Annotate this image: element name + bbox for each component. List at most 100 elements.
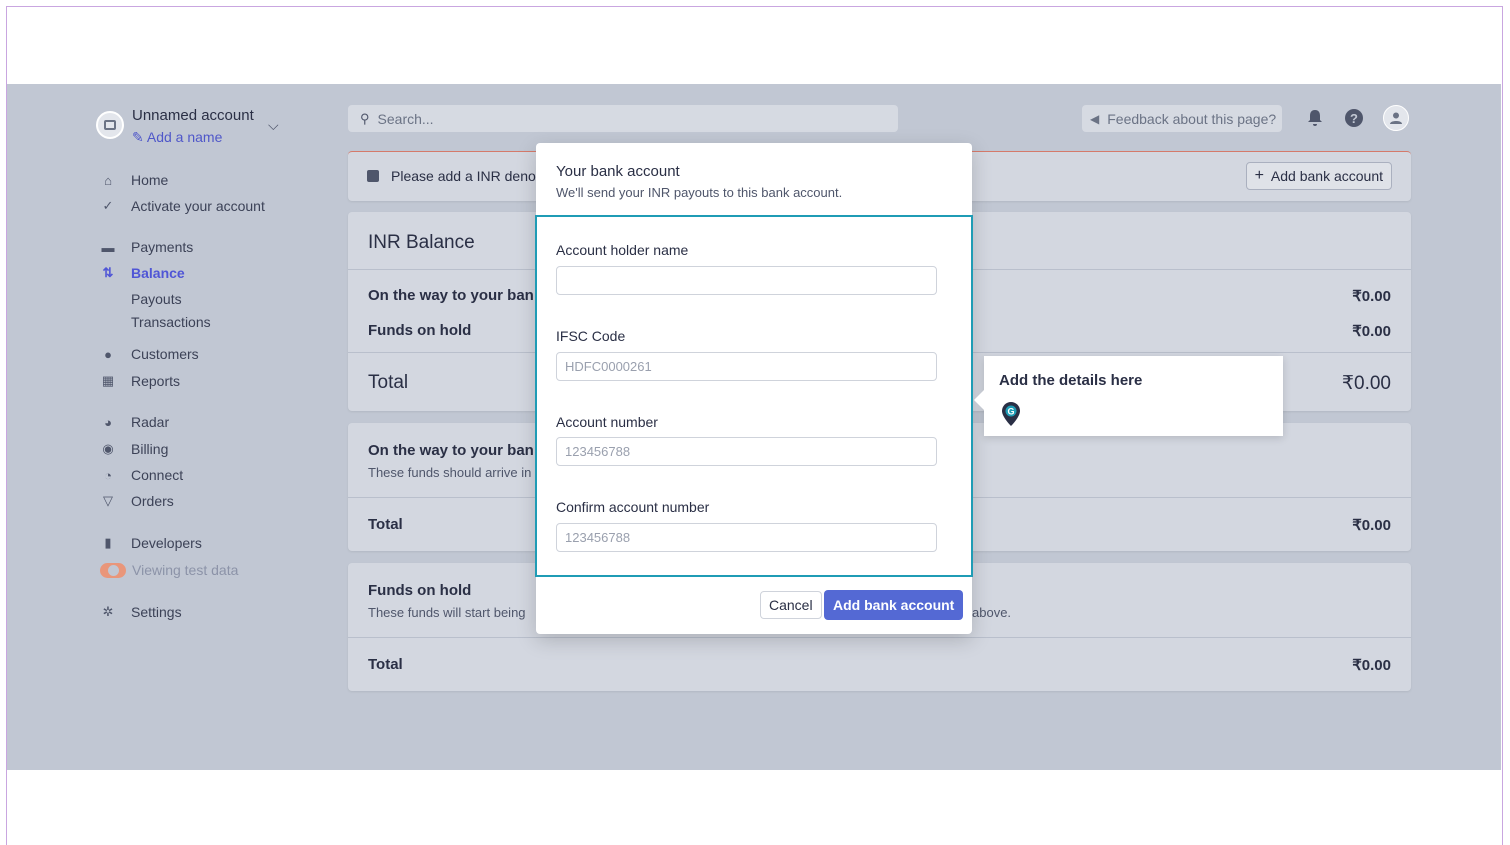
add-name-link[interactable]: ✎ Add a name [132,129,222,146]
sidebar-item-customers[interactable]: ● Customers [100,344,199,364]
feedback-button[interactable]: ◀ Feedback about this page? [1082,105,1282,132]
orders-icon: ▽ [103,493,113,508]
sidebar-item-label: Activate your account [131,198,265,214]
wallet-icon: ▬ [101,239,115,255]
funds-on-hold-label: Funds on hold [368,322,472,339]
funds-on-hold-subtitle: These funds will start being [368,605,526,620]
balance-title: INR Balance [368,232,475,253]
sidebar-item-label: Customers [131,346,199,362]
on-the-way-label: On the way to your ban [368,287,534,304]
sidebar-item-orders[interactable]: ▽ Orders [100,491,174,511]
sidebar-item-transactions[interactable]: Transactions [131,312,211,332]
sidebar-item-reports[interactable]: ▦ Reports [100,371,180,391]
sidebar-item-developers[interactable]: ▮ Developers [100,533,202,553]
help-icon[interactable]: ? [1342,106,1366,130]
confirm-account-input[interactable] [556,523,937,552]
svg-text:G: G [1007,407,1014,417]
sidebar-item-payouts[interactable]: Payouts [131,289,182,309]
search-input[interactable]: ⚲ Search... [348,105,898,132]
sidebar-item-label: Settings [131,604,182,620]
account-number-label: Account number [556,414,658,430]
alert-text: Please add a INR denor [391,168,541,184]
sidebar-item-label: Viewing test data [132,562,239,578]
test-data-toggle[interactable]: Viewing test data [100,560,238,580]
ifsc-label: IFSC Code [556,328,626,344]
tooltip-text: Add the details here [999,372,1143,389]
sidebar-item-payments[interactable]: ▬ Payments [100,237,194,257]
sidebar-item-label: Reports [131,373,181,389]
add-name-label: Add a name [146,129,223,145]
sidebar-item-radar[interactable]: ◕ Radar [100,412,169,432]
sidebar-item-settings[interactable]: ✲ Settings [100,602,182,622]
sidebar-item-label: Home [131,172,169,188]
bank-account-modal: Your bank account We'll send your INR pa… [535,143,973,634]
sidebar-item-billing[interactable]: ◉ Billing [100,439,168,459]
sidebar-item-label: Transactions [131,314,211,330]
add-bank-account-label: Add bank account [1270,168,1383,184]
check-icon: ✓ [102,198,114,213]
cancel-button[interactable]: Cancel [760,591,822,619]
account-number-input[interactable] [556,437,937,466]
guide-tooltip: Add the details here G [974,356,1283,436]
pencil-icon: ✎ [132,129,144,145]
transfer-arrows-icon: ⇅ [102,265,114,280]
sidebar-item-label: Developers [131,535,202,551]
location-pin-icon: G [1002,402,1020,426]
bell-icon[interactable] [1303,106,1327,130]
funds-on-hold-value: ₹0.00 [1352,323,1391,340]
user-icon: ● [104,346,112,362]
sidebar-item-label: Payouts [131,291,182,307]
ifsc-input[interactable] [556,352,937,381]
sidebar-item-label: Radar [131,414,170,430]
sidebar-item-activate[interactable]: ✓ Activate your account [100,196,265,216]
add-bank-account-button[interactable]: + Add bank account [1245,162,1392,190]
modal-subtitle: We'll send your INR payouts to this bank… [556,185,843,200]
sidebar-item-label: Balance [131,265,185,281]
submit-add-bank-account-button[interactable]: Add bank account [824,590,964,620]
connect-icon: ◔ [104,467,112,483]
account-name: Unnamed account [132,107,254,124]
sidebar-item-balance[interactable]: ⇅ Balance [100,263,185,283]
sidebar-item-label: Orders [131,493,174,509]
on-the-way-value: ₹0.00 [1352,288,1391,305]
billing-icon: ◉ [102,441,114,456]
search-placeholder: Search... [377,110,434,127]
modal-footer: Cancel Add bank account [536,577,972,634]
home-icon: ⌂ [104,172,112,188]
plus-icon: + [1254,167,1264,184]
sidebar-item-label: Payments [131,239,194,255]
total-value: ₹0.00 [1352,657,1391,674]
sidebar-item-connect[interactable]: ◔ Connect [100,465,183,485]
reports-icon: ▦ [101,373,115,388]
sidebar-item-label: Connect [131,467,184,483]
total-value: ₹0.00 [1341,373,1391,394]
total-label: Total [368,372,409,393]
megaphone-icon: ◀ [1090,111,1100,126]
total-value: ₹0.00 [1352,517,1391,534]
modal-title: Your bank account [556,163,680,180]
account-switcher[interactable]: Unnamed account ✎ Add a name ⌵ [96,107,296,147]
info-icon [367,170,379,182]
chevron-down-icon[interactable]: ⌵ [268,117,279,134]
radar-icon: ◕ [104,414,112,430]
account-holder-label: Account holder name [556,242,689,258]
feedback-label: Feedback about this page? [1107,110,1277,127]
confirm-account-label: Confirm account number [556,499,710,515]
sidebar-item-home[interactable]: ⌂ Home [100,170,168,190]
sidebar-item-label: Billing [131,441,169,457]
toggle-switch[interactable] [100,562,126,578]
svg-text:?: ? [1350,111,1358,126]
funds-on-hold-title: Funds on hold [368,582,472,599]
account-holder-input[interactable] [556,266,937,295]
search-icon: ⚲ [360,110,370,126]
on-the-way-title: On the way to your ban [368,442,534,459]
modal-form-highlight: Account holder name IFSC Code Account nu… [535,215,973,577]
on-the-way-subtitle: These funds should arrive in [368,465,532,480]
account-logo-icon [96,111,124,139]
total-label: Total [368,516,403,533]
user-avatar-icon[interactable] [1383,105,1409,131]
terminal-icon: ▮ [104,535,112,550]
gear-icon: ✲ [102,604,114,619]
funds-on-hold-subtitle-tail: above. [972,605,1012,620]
total-label: Total [368,656,403,673]
